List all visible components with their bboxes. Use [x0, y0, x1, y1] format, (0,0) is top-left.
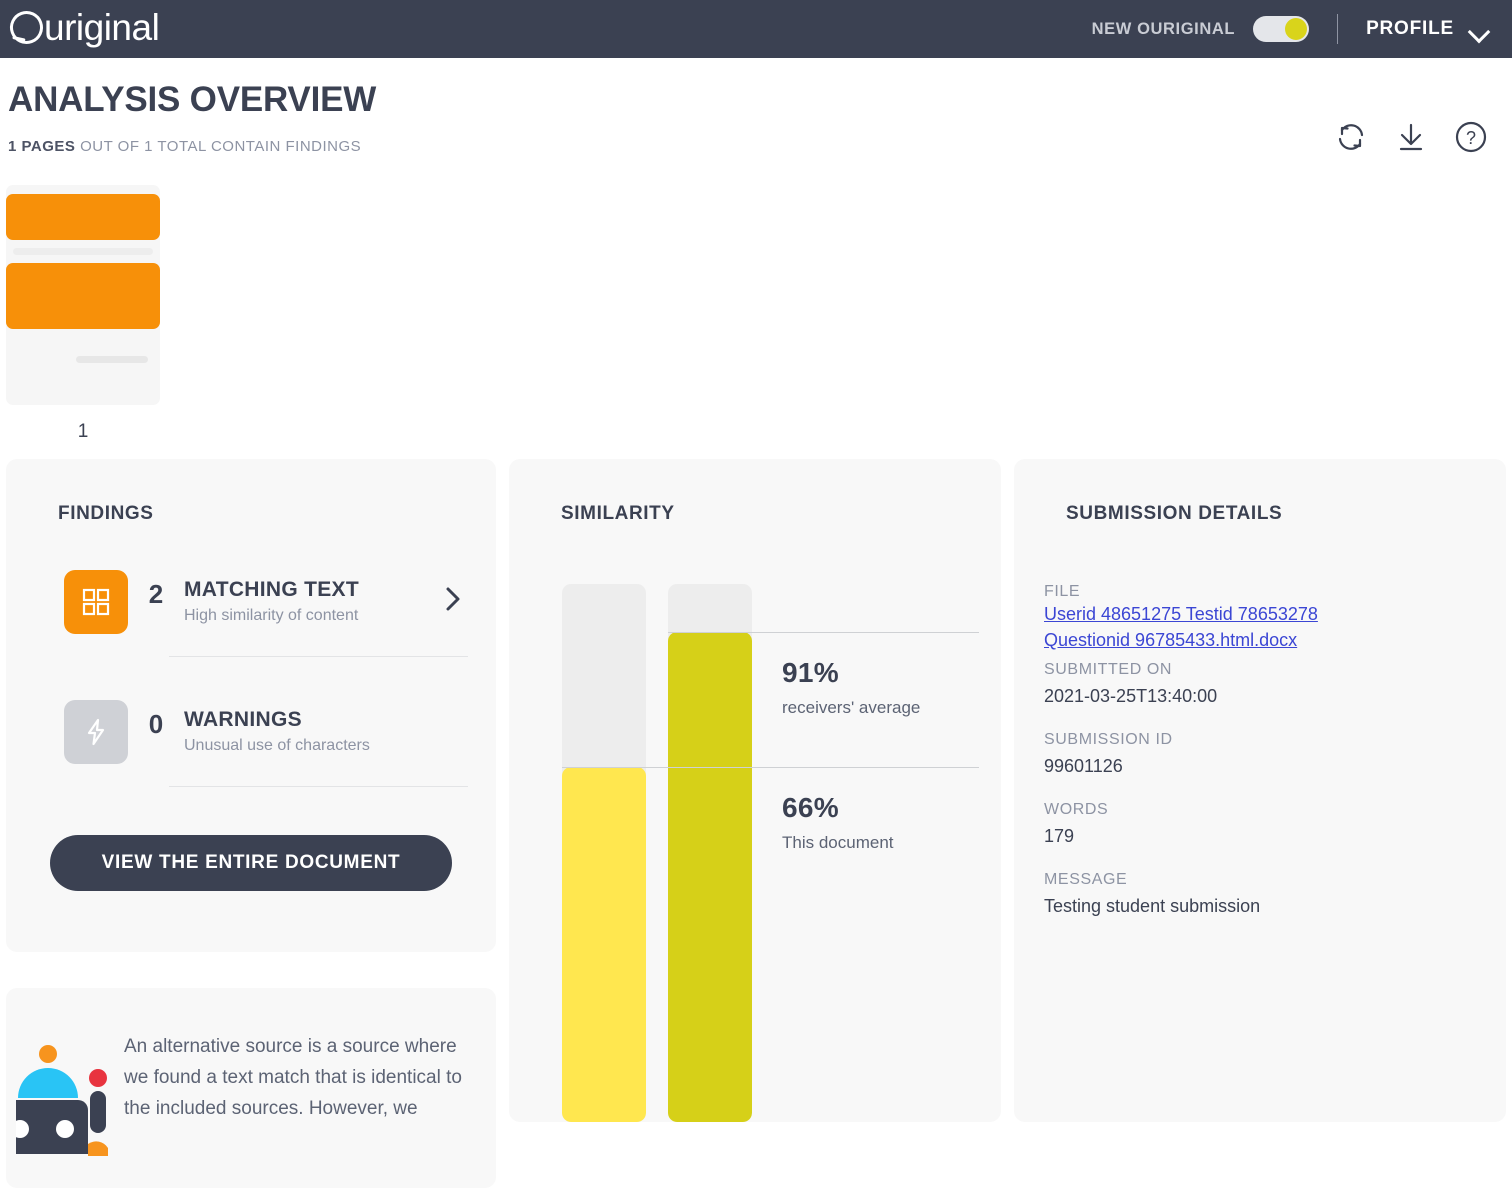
thumbnail-highlight-block [6, 194, 160, 240]
pages-count: 1 PAGES [8, 138, 75, 155]
similarity-value-this-document: 66% [782, 792, 839, 824]
new-ouriginal-label: NEW OURIGINAL [1092, 20, 1235, 39]
warnings-arrow-placeholder [438, 700, 468, 716]
chevron-right-icon[interactable] [438, 570, 468, 612]
findings-panel-title: FINDINGS [6, 459, 496, 525]
findings-summary-text: 1 PAGES OUT OF 1 TOTAL CONTAIN FINDINGS [8, 138, 1482, 155]
download-icon[interactable] [1394, 121, 1428, 153]
thumbnail-text-line [76, 356, 148, 363]
message-label: MESSAGE [1044, 871, 1506, 889]
matching-text-heading: MATCHING TEXT [184, 578, 438, 602]
page-thumbnail-1[interactable] [6, 185, 160, 405]
bar-track-receivers-average [668, 584, 752, 1122]
file-link-line-1[interactable]: Userid 48651275 Testid 78653278 [1044, 601, 1506, 627]
words-label: WORDS [1044, 801, 1506, 819]
view-entire-document-button[interactable]: VIEW THE ENTIRE DOCUMENT [50, 835, 452, 891]
toggle-knob [1285, 18, 1307, 40]
message-value: Testing student submission [1044, 893, 1506, 919]
top-navigation-bar: uriginal NEW OURIGINAL PROFILE [0, 0, 1512, 58]
header-actions: ? [1334, 120, 1488, 154]
topbar-divider [1337, 14, 1338, 44]
matching-text-count: 2 [128, 570, 184, 610]
matching-text-description: High similarity of content [184, 607, 438, 625]
warnings-count: 0 [128, 700, 184, 740]
similarity-caption-receivers-average: receivers' average [782, 698, 920, 718]
submitted-on-value: 2021-03-25T13:40:00 [1044, 683, 1506, 709]
bar-track-this-document [562, 584, 646, 1122]
findings-separator [169, 786, 468, 787]
findings-panel: FINDINGS 2 MATCHING TEXT High similarity… [6, 459, 496, 952]
findings-separator [169, 656, 468, 657]
bar-fill-receivers-average [668, 632, 752, 1122]
similarity-panel: SIMILARITY 91% receivers' average 66% Th… [509, 459, 1001, 1122]
thumbnail-highlight-block [6, 263, 160, 329]
bar-fill-this-document [562, 767, 646, 1122]
matching-text-body: MATCHING TEXT High similarity of content [184, 570, 438, 625]
new-ouriginal-toggle[interactable] [1253, 16, 1309, 42]
submission-id-label: SUBMISSION ID [1044, 731, 1506, 749]
gridline-66 [562, 767, 979, 768]
similarity-value-receivers-average: 91% [782, 657, 839, 689]
submitted-on-label: SUBMITTED ON [1044, 661, 1506, 679]
refresh-icon[interactable] [1334, 121, 1368, 153]
alternative-source-text: An alternative source is a source where … [124, 1032, 484, 1125]
thumbnail-text-line [13, 248, 153, 255]
profile-menu[interactable]: PROFILE [1366, 18, 1490, 40]
page-title: ANALYSIS OVERVIEW [8, 80, 1482, 120]
svg-text:?: ? [1466, 128, 1476, 148]
similarity-caption-this-document: This document [782, 833, 894, 853]
words-value: 179 [1044, 823, 1506, 849]
grid-icon [64, 570, 128, 634]
file-label: FILE [1044, 583, 1506, 601]
robot-illustration [16, 1036, 121, 1161]
submission-details-body: FILE Userid 48651275 Testid 78653278 Que… [1014, 525, 1506, 920]
finding-row-matching-text[interactable]: 2 MATCHING TEXT High similarity of conte… [6, 570, 496, 634]
warnings-heading: WARNINGS [184, 708, 438, 732]
app-logo[interactable]: uriginal [10, 9, 159, 49]
lightning-icon [64, 700, 128, 764]
submission-id-value: 99601126 [1044, 753, 1506, 779]
chevron-down-icon [1470, 24, 1490, 35]
logo-o-icon [5, 6, 47, 48]
alternative-source-info-card: An alternative source is a source where … [6, 988, 496, 1188]
submission-details-title: SUBMISSION DETAILS [1014, 459, 1506, 525]
warnings-description: Unusual use of characters [184, 737, 438, 755]
submission-details-panel: SUBMISSION DETAILS FILE Userid 48651275 … [1014, 459, 1506, 1122]
similarity-bar-chart: 91% receivers' average 66% This document [509, 459, 1001, 1122]
page-thumbnails: 1 [0, 185, 1512, 443]
topbar-right-group: NEW OURIGINAL PROFILE [1092, 14, 1490, 44]
logo-text: uriginal [44, 9, 159, 46]
profile-label: PROFILE [1366, 18, 1454, 40]
gridline-91 [668, 632, 979, 633]
pages-count-rest: OUT OF 1 TOTAL CONTAIN FINDINGS [75, 138, 361, 155]
page-header: ANALYSIS OVERVIEW 1 PAGES OUT OF 1 TOTAL… [0, 58, 1512, 155]
help-icon[interactable]: ? [1454, 120, 1488, 154]
file-link-line-2[interactable]: Questionid 96785433.html.docx [1044, 627, 1506, 653]
warnings-body: WARNINGS Unusual use of characters [184, 700, 438, 755]
finding-row-warnings[interactable]: 0 WARNINGS Unusual use of characters [6, 700, 496, 764]
thumbnail-page-number: 1 [6, 421, 160, 443]
